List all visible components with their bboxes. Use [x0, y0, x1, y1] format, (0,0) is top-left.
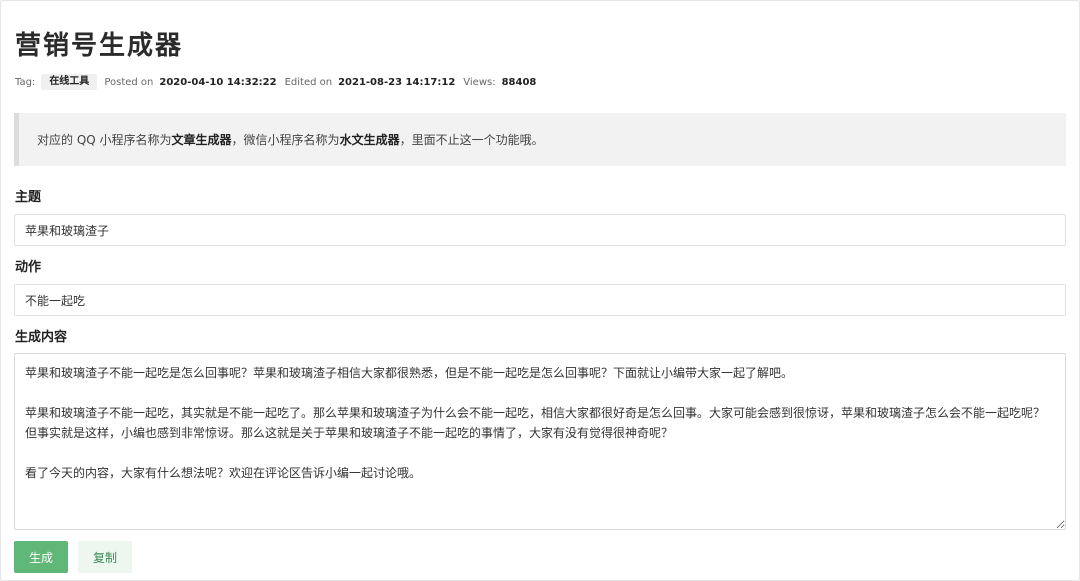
- page-title: 营销号生成器: [15, 31, 184, 61]
- posted-date: 2020-04-10 14:32:22: [159, 76, 277, 88]
- views-label: Views:: [463, 76, 496, 88]
- notice-block: 对应的 QQ 小程序名称为 文章生成器 ，微信小程序名称为 水文生成器 ，里面不止这一个…: [14, 113, 1066, 166]
- action-input[interactable]: [14, 284, 1066, 316]
- generate-button[interactable]: 生成: [14, 541, 68, 573]
- edited-label: Edited on: [284, 76, 333, 88]
- content-label: 生成内容: [15, 330, 68, 345]
- notice-text-2: ，微信小程序名称为: [231, 133, 340, 147]
- post-meta: Tag: 在线工具 Posted on 2020-04-10 14:32:22 …: [15, 74, 544, 90]
- copy-button[interactable]: 复制: [78, 541, 132, 573]
- posted-label: Posted on: [104, 76, 154, 88]
- tag-badge[interactable]: 在线工具: [41, 74, 98, 90]
- notice-text-1: 对应的 QQ 小程序名称为: [37, 133, 172, 147]
- views-count: 88408: [501, 76, 537, 88]
- qq-miniprogram-name: 文章生成器: [171, 133, 232, 147]
- tag-label: Tag:: [15, 76, 36, 88]
- edited-date: 2021-08-23 14:17:12: [338, 76, 456, 88]
- wechat-miniprogram-name: 水文生成器: [339, 133, 400, 147]
- action-label: 动作: [15, 260, 42, 275]
- notice-text-3: ，里面不止这一个功能哦。: [399, 133, 544, 147]
- generated-content-textarea[interactable]: 苹果和玻璃渣子不能一起吃是怎么回事呢？苹果和玻璃渣子相信大家都很熟悉，但是不能一…: [14, 353, 1066, 530]
- subject-input[interactable]: [14, 214, 1066, 246]
- subject-label: 主题: [15, 190, 42, 205]
